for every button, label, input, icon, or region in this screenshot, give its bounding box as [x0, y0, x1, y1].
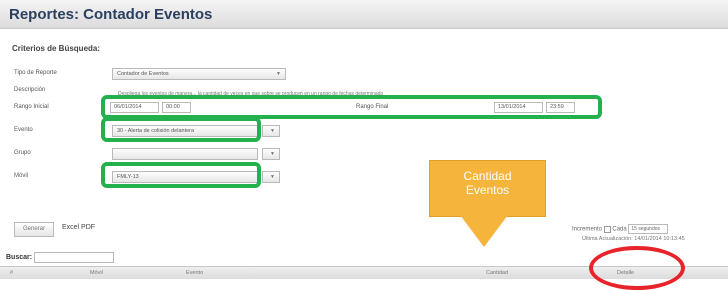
descripcion-label: Descripción — [14, 87, 46, 93]
page-title: Reportes: Contador Eventos — [9, 6, 213, 23]
chevron-down-icon: ▼ — [270, 174, 275, 180]
chevron-down-icon: ▼ — [276, 71, 281, 77]
movil-highlight — [101, 162, 261, 188]
evento-highlight — [101, 117, 261, 142]
grupo-label: Grupo — [14, 150, 31, 156]
column-header[interactable]: Cantidad — [486, 270, 508, 276]
detalle-highlight-circle — [589, 246, 685, 290]
auto-refresh-label: Incremento — [572, 226, 603, 233]
movil-label: Móvil — [14, 173, 29, 179]
evento-dropdown-button[interactable]: ▼ — [262, 125, 280, 137]
interval-select[interactable]: 15 segundos — [628, 224, 669, 234]
chevron-down-icon: ▼ — [270, 151, 275, 157]
evento-label: Evento — [14, 127, 33, 133]
column-header[interactable]: Evento — [186, 270, 203, 276]
chevron-down-icon: ▼ — [270, 128, 275, 134]
cantidad-eventos-callout: Cantidad Eventos — [429, 160, 546, 217]
rango-highlight — [101, 95, 602, 119]
tipo-reporte-select[interactable]: Contador de Eventos ▼ — [112, 68, 286, 80]
criteria-title: Criterios de Búsqueda: — [12, 44, 101, 53]
column-header[interactable]: Móvil — [90, 270, 103, 276]
page-header: Reportes: Contador Eventos — [0, 0, 728, 29]
tipo-reporte-label: Tipo de Reporte — [14, 70, 57, 76]
auto-refresh-options: Incremento Cada 15 segundos — [572, 224, 669, 234]
callout-line-2: Eventos — [465, 183, 510, 197]
excel-pdf-link[interactable]: Excel PDF — [62, 224, 95, 231]
callout-line-1: Cantidad — [463, 169, 512, 183]
down-arrow-icon — [460, 215, 508, 247]
column-header[interactable]: # — [10, 270, 13, 276]
search-label: Buscar: — [6, 254, 33, 261]
grupo-dropdown-button[interactable]: ▼ — [262, 148, 280, 160]
rango-inicial-label: Rango Inicial — [14, 104, 49, 110]
generar-button[interactable]: Generar — [14, 222, 54, 237]
auto-refresh-checkbox[interactable] — [603, 225, 611, 233]
movil-dropdown-button[interactable]: ▼ — [262, 171, 280, 183]
last-updated: Última Actualización: 14/01/2014 10:13:4… — [582, 236, 685, 242]
grupo-select[interactable] — [112, 148, 258, 160]
search-input[interactable] — [34, 252, 114, 263]
cada-label: Cada — [612, 226, 627, 233]
tipo-reporte-value: Contador de Eventos — [117, 71, 169, 77]
